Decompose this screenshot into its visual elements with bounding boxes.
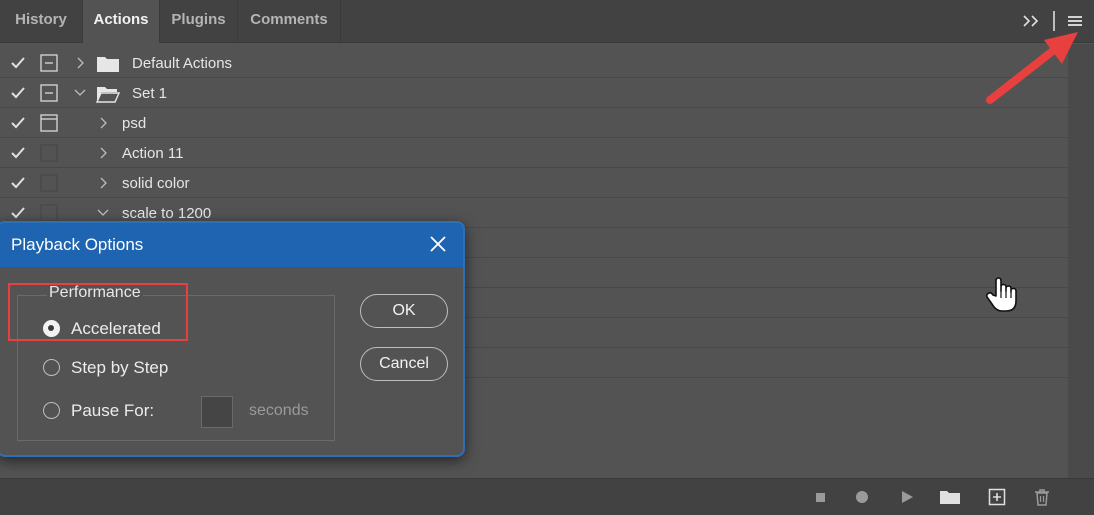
check-icon[interactable] — [9, 174, 27, 192]
radio-step-by-step[interactable] — [43, 359, 60, 376]
chevron-down-icon[interactable] — [73, 85, 87, 101]
delete-icon[interactable] — [1033, 488, 1051, 506]
annotation-arrow-icon — [986, 32, 1078, 104]
tab-actions[interactable]: Actions — [83, 0, 160, 43]
panel-tab-bar: History Actions Plugins Comments — [0, 0, 1094, 43]
list-item-solid-color[interactable]: solid color — [0, 168, 1068, 198]
chevron-right-icon[interactable] — [96, 175, 110, 191]
step-by-step-label[interactable]: Step by Step — [71, 358, 168, 378]
chevron-right-icon[interactable] — [73, 55, 87, 71]
chevron-right-icon[interactable] — [96, 145, 110, 161]
actions-footer-toolbar — [0, 478, 1094, 515]
tab-history[interactable]: History — [0, 0, 83, 42]
seconds-label: seconds — [249, 402, 309, 419]
new-action-icon[interactable] — [988, 488, 1006, 506]
hand-cursor-icon — [985, 277, 1017, 312]
pause-seconds-input[interactable] — [201, 396, 233, 428]
action-label: solid color — [122, 175, 190, 192]
close-icon[interactable] — [428, 234, 448, 254]
list-item-default-actions[interactable]: Default Actions — [0, 48, 1068, 78]
stop-icon[interactable] — [811, 488, 829, 506]
cancel-button[interactable]: Cancel — [360, 347, 448, 381]
action-label: Default Actions — [132, 55, 233, 72]
tab-plugins[interactable]: Plugins — [160, 0, 238, 42]
dialog-toggle-icon[interactable] — [40, 54, 58, 72]
folder-icon — [96, 55, 120, 73]
chevron-down-icon[interactable] — [96, 205, 110, 221]
action-label: Set 1 — [132, 85, 168, 102]
ok-button[interactable]: OK — [360, 294, 448, 328]
new-set-folder-icon[interactable] — [939, 488, 961, 506]
dialog-title-bar[interactable]: Playback Options — [0, 223, 463, 267]
dialog-toggle-empty[interactable] — [40, 204, 58, 222]
check-icon[interactable] — [9, 204, 27, 222]
chevron-right-icon[interactable] — [96, 115, 110, 131]
list-item-action-11[interactable]: Action 11 — [0, 138, 1068, 168]
dialog-toggle-empty[interactable] — [40, 144, 58, 162]
dialog-title: Playback Options — [11, 235, 144, 254]
check-icon[interactable] — [9, 54, 27, 72]
action-label: Action 11 — [122, 145, 184, 162]
record-icon[interactable] — [853, 488, 871, 506]
pause-for-label[interactable]: Pause For: — [71, 401, 154, 421]
check-icon[interactable] — [9, 84, 27, 102]
action-label: psd — [122, 115, 147, 132]
radio-pause-for[interactable] — [43, 402, 60, 419]
list-item-set-1[interactable]: Set 1 — [0, 78, 1068, 108]
check-icon[interactable] — [9, 144, 27, 162]
tab-comments[interactable]: Comments — [238, 0, 341, 42]
dialog-toggle-icon[interactable] — [40, 114, 58, 132]
dialog-toggle-icon[interactable] — [40, 84, 58, 102]
dialog-toggle-empty[interactable] — [40, 174, 58, 192]
action-label: scale to 1200 — [122, 205, 212, 222]
list-item-psd[interactable]: psd — [0, 108, 1068, 138]
open-folder-icon — [95, 85, 121, 103]
check-icon[interactable] — [9, 114, 27, 132]
annotation-highlight-box — [8, 283, 188, 341]
play-icon[interactable] — [898, 488, 916, 506]
vertical-scrollbar[interactable] — [1068, 44, 1094, 478]
